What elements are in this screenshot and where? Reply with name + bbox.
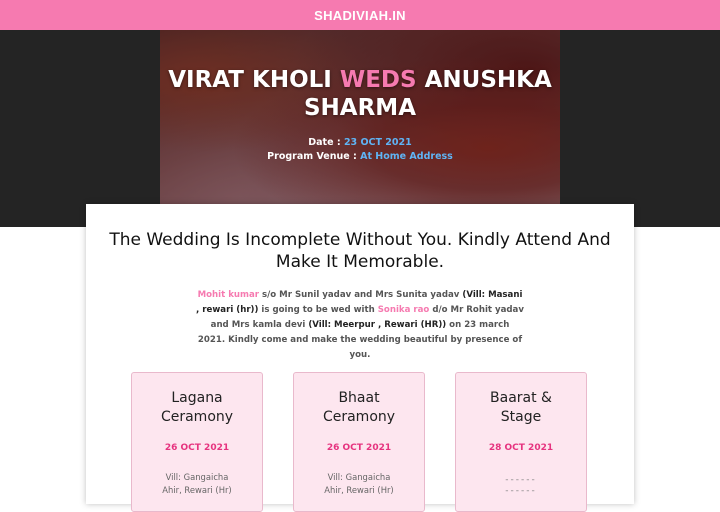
hero-image-overlay [160, 30, 560, 227]
couple-title: VIRAT KHOLI WEDS ANUSHKA SHARMA [168, 67, 552, 121]
groom-name: Mohit kumar [197, 290, 260, 300]
event-title: Baarat & Stage [490, 390, 552, 425]
event-card-lagana[interactable]: Lagana Ceramony 26 OCT 2021 Vill: Gangaic… [131, 372, 263, 512]
invitation-message: Mohit kumar s/o Mr Sunil yadav and Mrs S… [196, 290, 524, 360]
wedding-date-line: Date : 23 OCT 2021 [308, 137, 412, 148]
event-venue: ------ ------ [505, 475, 537, 496]
event-date: 28 OCT 2021 [488, 443, 554, 453]
program-venue-line: Program Venue : At Home Address [267, 151, 453, 162]
hero-details: Date : 23 OCT 2021 Program Venue : At Ho… [160, 136, 560, 164]
event-date: 26 OCT 2021 [326, 443, 392, 453]
top-navbar: SHADIVIAH.IN [0, 0, 720, 30]
bride-village: (Vill: Meerpur , Rewari (HR)) [308, 320, 447, 330]
event-venue: Vill: Gangaicha Ahir, Rewari (Hr) [324, 472, 394, 495]
hero-banner: VIRAT KHOLI WEDS ANUSHKA SHARMA Date : 2… [160, 30, 560, 227]
event-card-bhaat[interactable]: Bhaat Ceramony 26 OCT 2021 Vill: Gangaich… [293, 372, 425, 512]
weds-word: WEDS [339, 67, 417, 93]
bride-name: Sonika rao [377, 305, 430, 315]
event-title: Lagana Ceramony [160, 390, 234, 425]
events-row: Lagana Ceramony 26 OCT 2021 Vill: Gangaic… [131, 372, 591, 512]
event-card-baarat[interactable]: Baarat & Stage 28 OCT 2021 ------ ------ [455, 372, 587, 512]
invitation-card: The Wedding Is Incomplete Without You. K… [86, 204, 634, 512]
event-date: 26 OCT 2021 [164, 443, 230, 453]
event-title: Bhaat Ceramony [322, 390, 396, 425]
event-venue: Vill: Gangaicha Ahir, Rewari (Hr) [162, 472, 232, 495]
site-brand-link[interactable]: SHADIVIAH.IN [314, 8, 406, 23]
program-venue-link[interactable]: At Home Address [360, 151, 453, 162]
wedding-date-value: 23 OCT 2021 [343, 137, 412, 148]
invitation-heading: The Wedding Is Incomplete Without You. K… [109, 230, 611, 272]
